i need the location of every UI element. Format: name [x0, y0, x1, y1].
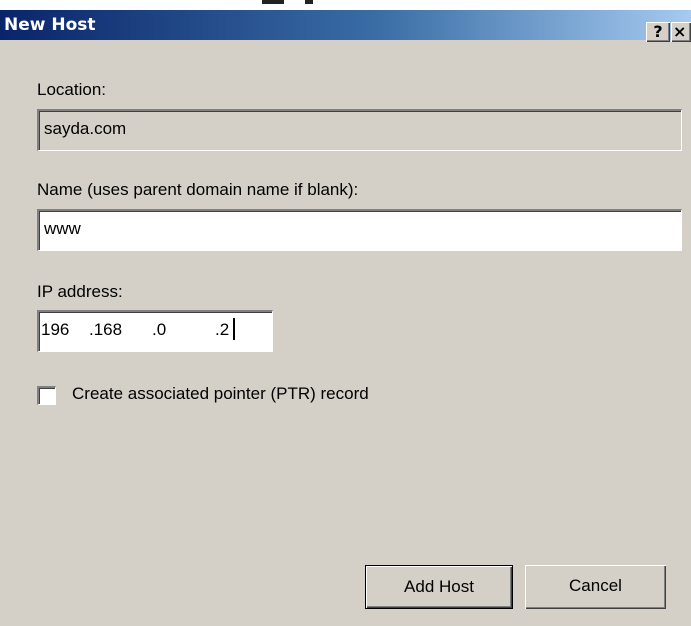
location-field: sayda.com	[37, 109, 682, 151]
ip-octet-2: .168	[89, 320, 123, 339]
close-icon: ×	[673, 22, 687, 41]
ptr-record-checkbox[interactable]	[37, 386, 56, 405]
ptr-record-label[interactable]: Create associated pointer (PTR) record	[72, 384, 369, 404]
ip-octet-1: 196	[41, 320, 70, 339]
dialog-title: New Host	[4, 15, 96, 35]
location-value: sayda.com	[44, 119, 127, 138]
name-label: Name (uses parent domain name if blank):	[37, 180, 359, 199]
text-caret	[233, 318, 235, 340]
ip-address-input[interactable]: 196 .168 .0 .2	[37, 310, 273, 352]
ip-octet-3: .0	[152, 320, 167, 339]
close-button[interactable]: ×	[671, 22, 691, 42]
cancel-button[interactable]: Cancel	[525, 565, 666, 609]
background-fragment	[305, 0, 313, 4]
location-label: Location:	[37, 80, 106, 99]
name-value: www	[44, 219, 81, 238]
help-icon: ?	[653, 22, 663, 41]
name-input[interactable]: www	[37, 209, 682, 251]
background-window-strip	[0, 0, 691, 10]
add-host-button[interactable]: Add Host	[365, 565, 513, 609]
ip-octet-4: .2	[215, 320, 230, 339]
background-fragment	[262, 0, 284, 4]
title-bar[interactable]: New Host ? ×	[0, 10, 691, 42]
help-button[interactable]: ?	[646, 22, 670, 42]
ip-address-label: IP address:	[37, 282, 123, 301]
